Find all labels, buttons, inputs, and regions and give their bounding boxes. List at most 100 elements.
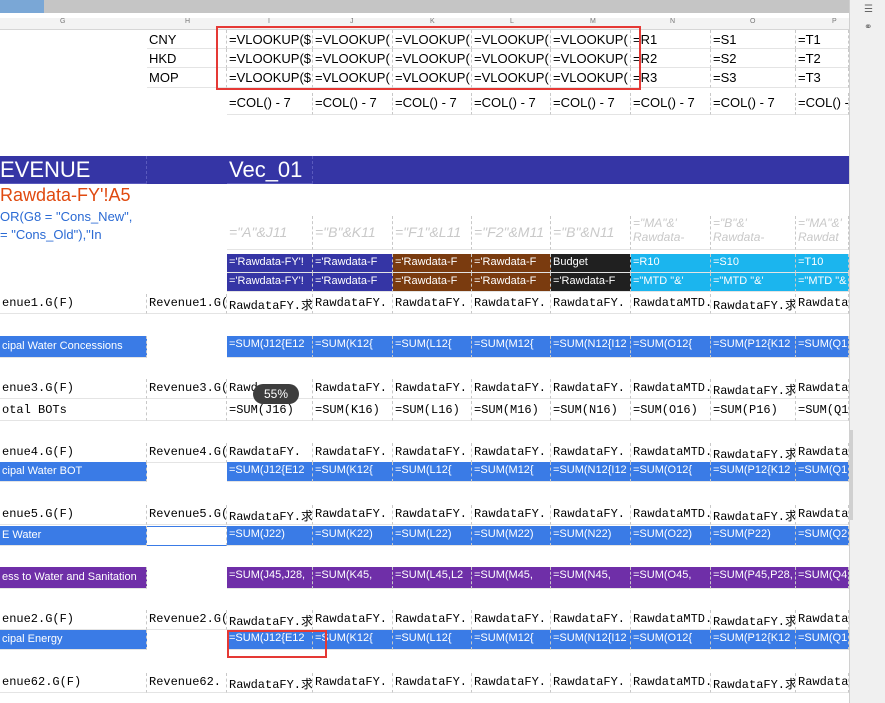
cell[interactable]: =SUM(M12{ [472, 462, 551, 482]
cell[interactable]: RawdataFY. [227, 443, 313, 463]
col-letter-i[interactable]: I [268, 18, 270, 25]
cell[interactable]: ="MTD "&' [631, 273, 711, 292]
cell[interactable]: =VLOOKUP($ [227, 49, 313, 68]
cell-label[interactable]: enue62.G(F) [0, 673, 147, 693]
col-letter-j[interactable]: J [350, 18, 354, 25]
cell[interactable]: =SUM(P12{K12 [711, 630, 796, 650]
cell-currency[interactable]: MOP [147, 68, 227, 88]
col-letter-l[interactable]: L [510, 18, 514, 25]
cell[interactable]: RawdataFY.求 [711, 443, 796, 463]
cell[interactable] [147, 401, 227, 421]
cell[interactable]: ="F2"&M11 [472, 216, 551, 250]
cell[interactable]: Revenue5.G( [147, 505, 227, 525]
cell[interactable]: RawdataFY. [313, 294, 393, 314]
cell[interactable]: =SUM(O16) [631, 401, 711, 421]
cell[interactable]: =SUM(P22) [711, 526, 796, 546]
cell[interactable]: =SUM(Q16 [796, 401, 849, 421]
cell[interactable]: ="B"&K11 [313, 216, 393, 250]
cell[interactable]: RawdataFY. [472, 673, 551, 693]
cell[interactable]: =VLOOKUP( [472, 30, 551, 49]
cell[interactable]: =SUM(K12{ [313, 462, 393, 482]
cell[interactable]: =S2 [711, 49, 796, 68]
cell[interactable]: =S10 [711, 254, 796, 273]
cell[interactable]: =VLOOKUP($ [227, 30, 313, 49]
cell[interactable]: =SUM(N12{I12 [551, 630, 631, 650]
cell[interactable]: RawdataFY. [472, 610, 551, 630]
cell[interactable]: ="F1"&L11 [393, 216, 472, 250]
rawdata-ref-cell[interactable]: Rawdata-FY'!A5 [0, 185, 147, 207]
cell[interactable]: =SUM(K12{ [313, 336, 393, 358]
cell[interactable]: ="MTD "&' [711, 273, 796, 292]
cell[interactable]: RawdataFY. [472, 505, 551, 525]
cell[interactable]: =VLOOKUP($ [227, 68, 313, 88]
cell[interactable]: RawdataMTD. [631, 610, 711, 630]
cell-currency[interactable]: CNY [147, 30, 227, 49]
cell[interactable]: =VLOOKUP( [551, 68, 631, 88]
cell[interactable]: =SUM(M45, [472, 567, 551, 589]
cell-label[interactable]: cipal Water Concessions [0, 336, 147, 358]
cell[interactable]: =COL() - 7 [472, 93, 551, 115]
cell[interactable]: Revenue3.G( [147, 379, 227, 399]
cell[interactable]: RawdataFY. [551, 443, 631, 463]
cell[interactable]: =COL() - 7 [711, 93, 796, 115]
cell[interactable]: =SUM(M22) [472, 526, 551, 546]
cell[interactable]: Revenue2.G( [147, 610, 227, 630]
cell[interactable]: Budget [551, 254, 631, 273]
cell[interactable]: =S1 [711, 30, 796, 49]
cell[interactable]: RawdataMTD. [631, 673, 711, 693]
cell[interactable] [147, 526, 227, 546]
cell[interactable]: =SUM(K16) [313, 401, 393, 421]
cell[interactable]: =SUM(O12{ [631, 336, 711, 358]
col-letter-h[interactable]: H [185, 18, 190, 25]
cell[interactable]: RawdataF [796, 610, 849, 630]
cell[interactable]: ="B"&N11 [551, 216, 631, 250]
cell-label[interactable]: enue5.G(F) [0, 505, 147, 525]
cell[interactable]: ='Rawdata-F [472, 254, 551, 273]
cell[interactable]: RawdataFY.求 [227, 610, 313, 630]
cell[interactable]: =R10 [631, 254, 711, 273]
cell-currency[interactable]: HKD [147, 49, 227, 68]
cell[interactable]: =SUM(K12{ [313, 630, 393, 650]
cell[interactable]: =SUM(P16) [711, 401, 796, 421]
cell[interactable]: =R1 [631, 30, 711, 49]
cell[interactable]: =VLOOKUP( [551, 49, 631, 68]
cell[interactable]: RawdataFY. [393, 673, 472, 693]
cell[interactable]: =VLOOKUP( [313, 68, 393, 88]
cell[interactable]: =COL() - 7 [393, 93, 472, 115]
cell[interactable]: RawdataFY. [472, 294, 551, 314]
cell[interactable]: =SUM(O12{ [631, 462, 711, 482]
cell[interactable]: =VLOOKUP( [393, 68, 472, 88]
cell[interactable]: RawdataF [796, 443, 849, 463]
cell[interactable]: =SUM(Q1 [796, 630, 849, 650]
cell[interactable]: =SUM(O22) [631, 526, 711, 546]
cell[interactable]: =T10 [796, 254, 849, 273]
col-letter-k[interactable]: K [430, 18, 435, 25]
cell[interactable]: RawdataFY. [472, 379, 551, 399]
cell[interactable]: =SUM(J12{E12 [227, 462, 313, 482]
cell[interactable]: RawdataFY. [393, 505, 472, 525]
cell[interactable]: RawdataFY.求 [711, 294, 796, 314]
cell[interactable]: =VLOOKUP( [472, 49, 551, 68]
cell[interactable]: RawdataFY. [313, 673, 393, 693]
cell[interactable]: RawdataMTD. [631, 379, 711, 399]
cell[interactable]: =T2 [796, 49, 849, 68]
cell[interactable]: ='Rawdata-F [551, 273, 631, 292]
cell[interactable]: =VLOOKUP( [551, 30, 631, 49]
col-letter-g[interactable]: G [60, 18, 65, 25]
cell[interactable]: =SUM(L12{ [393, 336, 472, 358]
cell[interactable]: =S3 [711, 68, 796, 88]
cell-label[interactable]: E Water [0, 526, 147, 546]
cell[interactable]: RawdataFY. [313, 610, 393, 630]
cell[interactable]: ='Rawdata-F [393, 254, 472, 273]
cell[interactable]: RawdataFY. [472, 443, 551, 463]
cell-label[interactable]: ess to Water and Sanitation [0, 567, 147, 589]
cell[interactable]: RawdataF [796, 379, 849, 399]
cell[interactable]: ='Rawdata-F [313, 254, 393, 273]
cell[interactable]: RawdataFY. [393, 443, 472, 463]
cell[interactable]: RawdataFY.求 [227, 673, 313, 693]
cell-label[interactable]: enue1.G(F) [0, 294, 147, 314]
cell[interactable]: =SUM(M12{ [472, 630, 551, 650]
cell[interactable]: =SUM(Q1 [796, 462, 849, 482]
cell[interactable]: =COL() - 7 [551, 93, 631, 115]
cell[interactable]: RawdataFY. [551, 673, 631, 693]
